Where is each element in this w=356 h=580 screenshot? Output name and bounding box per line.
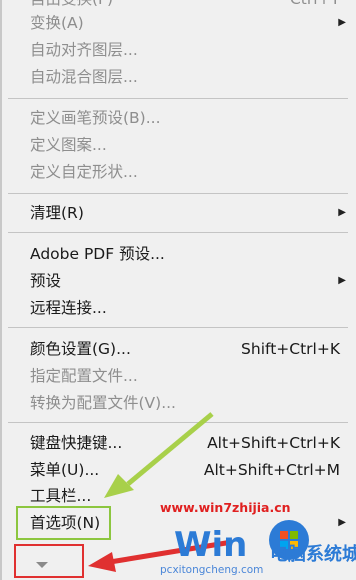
windows-logo-pane-green [290, 531, 298, 539]
watermark-brand: 电脑系统城 [270, 544, 356, 565]
green-arrowhead-icon [104, 474, 134, 498]
green-arrow-icon [126, 412, 214, 486]
watermark-logo-wordmark: Win [174, 525, 247, 565]
watermark-site: pcxitongcheng.com [160, 564, 264, 576]
red-arrowhead-icon [88, 552, 116, 572]
annotation-arrows [88, 412, 233, 572]
windows-logo-pane-red [280, 531, 288, 539]
